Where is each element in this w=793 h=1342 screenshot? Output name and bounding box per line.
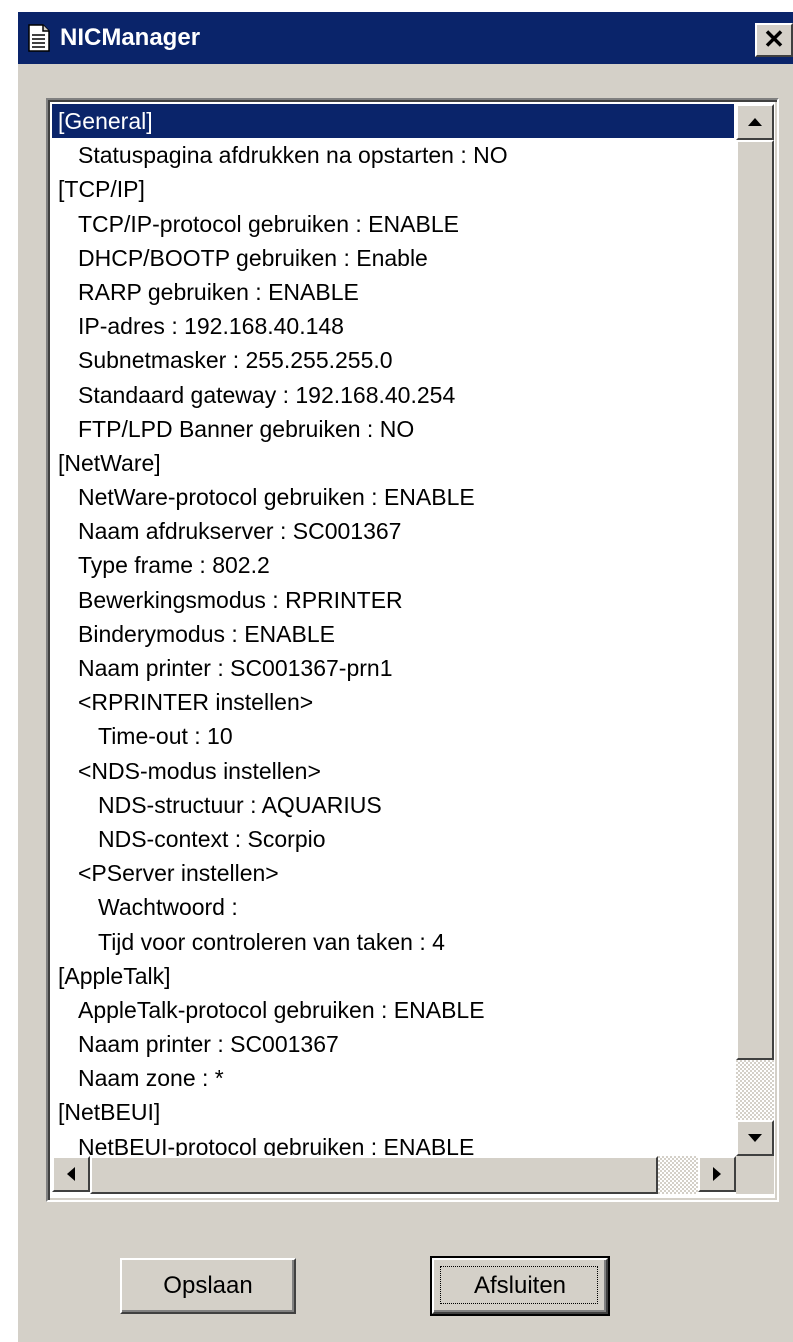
list-item[interactable]: [General] — [52, 104, 734, 139]
vertical-scrollbar[interactable] — [736, 104, 774, 1156]
save-button-label: Opslaan — [163, 1272, 253, 1299]
list-item[interactable]: Naam afdrukserver : SC001367 — [52, 514, 734, 548]
scroll-left-button[interactable] — [52, 1156, 90, 1192]
vertical-scroll-thumb[interactable] — [736, 140, 774, 1060]
window-title: NICManager — [60, 24, 201, 51]
list-item[interactable]: DHCP/BOOTP gebruiken : Enable — [52, 241, 734, 275]
arrow-right-icon — [713, 1167, 721, 1181]
list-item[interactable]: FTP/LPD Banner gebruiken : NO — [52, 412, 734, 446]
list-item[interactable]: Naam zone : * — [52, 1061, 734, 1095]
title-bar[interactable]: NICManager ✕ — [18, 12, 793, 64]
list-item[interactable]: Tijd voor controleren van taken : 4 — [52, 925, 734, 959]
list-item[interactable]: Subnetmasker : 255.255.255.0 — [52, 343, 734, 377]
list-item[interactable]: Binderymodus : ENABLE — [52, 617, 734, 651]
list-item[interactable]: [NetWare] — [52, 446, 734, 480]
scrollbar-corner — [736, 1156, 774, 1194]
horizontal-scrollbar[interactable] — [52, 1156, 736, 1194]
list-item[interactable]: Naam printer : SC001367 — [52, 1027, 734, 1061]
document-icon — [28, 24, 50, 52]
list-item[interactable]: <PServer instellen> — [52, 856, 734, 890]
close-icon: ✕ — [763, 24, 785, 54]
scroll-up-button[interactable] — [736, 104, 774, 140]
settings-listbox[interactable]: [General] Statuspagina afdrukken na opsta… — [46, 98, 779, 1202]
list-item[interactable]: Standaard gateway : 192.168.40.254 — [52, 378, 734, 412]
list-item[interactable]: Bewerkingsmodus : RPRINTER — [52, 583, 734, 617]
arrow-left-icon — [67, 1167, 75, 1181]
list-item[interactable]: RARP gebruiken : ENABLE — [52, 275, 734, 309]
close-dialog-button[interactable]: Afsluiten — [430, 1256, 610, 1316]
list-item[interactable]: TCP/IP-protocol gebruiken : ENABLE — [52, 207, 734, 241]
list-item[interactable]: Naam printer : SC001367-prn1 — [52, 651, 734, 685]
list-item[interactable]: [AppleTalk] — [52, 959, 734, 993]
list-item[interactable]: Statuspagina afdrukken na opstarten : NO — [52, 138, 734, 172]
list-item[interactable]: NetWare-protocol gebruiken : ENABLE — [52, 480, 734, 514]
list-item[interactable]: NDS-structuur : AQUARIUS — [52, 788, 734, 822]
list-item[interactable]: Type frame : 802.2 — [52, 548, 734, 582]
horizontal-scroll-thumb[interactable] — [90, 1156, 658, 1194]
close-button[interactable]: ✕ — [755, 23, 793, 57]
list-item[interactable]: NDS-context : Scorpio — [52, 822, 734, 856]
list-item[interactable]: <RPRINTER instellen> — [52, 685, 734, 719]
nicmanager-window: NICManager ✕ [General] Statuspagina afdru… — [18, 12, 793, 1342]
list-item[interactable]: <NDS-modus instellen> — [52, 754, 734, 788]
arrow-up-icon — [748, 118, 762, 126]
list-item[interactable]: [NetBEUI] — [52, 1095, 734, 1129]
scroll-right-button[interactable] — [698, 1156, 736, 1192]
list-item[interactable]: Wachtwoord : — [52, 890, 734, 924]
list-item[interactable]: [TCP/IP] — [52, 172, 734, 206]
settings-list[interactable]: [General] Statuspagina afdrukken na opsta… — [52, 104, 734, 1164]
list-item[interactable]: Time-out : 10 — [52, 719, 734, 753]
arrow-down-icon — [748, 1134, 762, 1142]
list-item[interactable]: IP-adres : 192.168.40.148 — [52, 309, 734, 343]
save-button[interactable]: Opslaan — [120, 1258, 296, 1314]
list-item[interactable]: AppleTalk-protocol gebruiken : ENABLE — [52, 993, 734, 1027]
scroll-down-button[interactable] — [736, 1120, 774, 1156]
focus-rectangle — [440, 1266, 598, 1304]
